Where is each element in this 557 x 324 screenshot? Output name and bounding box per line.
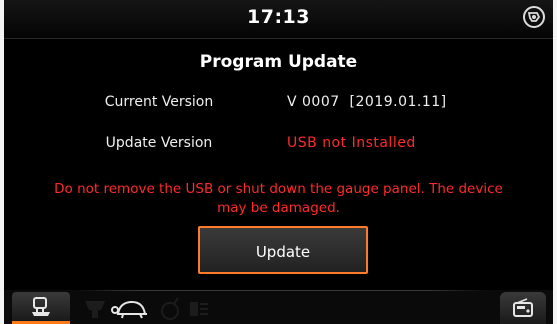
current-version-value: V 0007 [2019.01.11] [287,94,447,110]
status-bar: 17:13 [0,0,557,39]
tab-radio[interactable] [500,292,546,324]
current-version-label: Current Version [104,94,214,110]
clock: 17:13 [247,6,310,28]
bezel-left [0,0,4,324]
update-version-label: Update Version [105,135,213,151]
page-title: Program Update [199,52,358,72]
bezel-right [553,0,557,324]
current-version-row: Current Version V 0007 [2019.01.11] [0,94,557,116]
update-button[interactable]: Update [198,226,368,274]
update-version-value: USB not Installed [287,135,416,151]
warning-message: Do not remove the USB or shut down the g… [54,181,503,216]
radio-icon [513,298,533,317]
turtle-icon[interactable] [110,296,152,322]
service-tool-icon[interactable] [521,4,547,30]
update-version-row: Update Version USB not Installed [0,135,557,157]
tab-engine[interactable] [12,292,70,324]
gauge-display: 17:13 Program Update Current Version V 0… [0,0,557,324]
engine-icon [32,296,50,316]
work-light-icon[interactable] [186,296,212,322]
hare-icon[interactable] [158,296,184,322]
hydraulic-icon[interactable] [82,296,108,322]
bottom-divider [75,290,487,291]
